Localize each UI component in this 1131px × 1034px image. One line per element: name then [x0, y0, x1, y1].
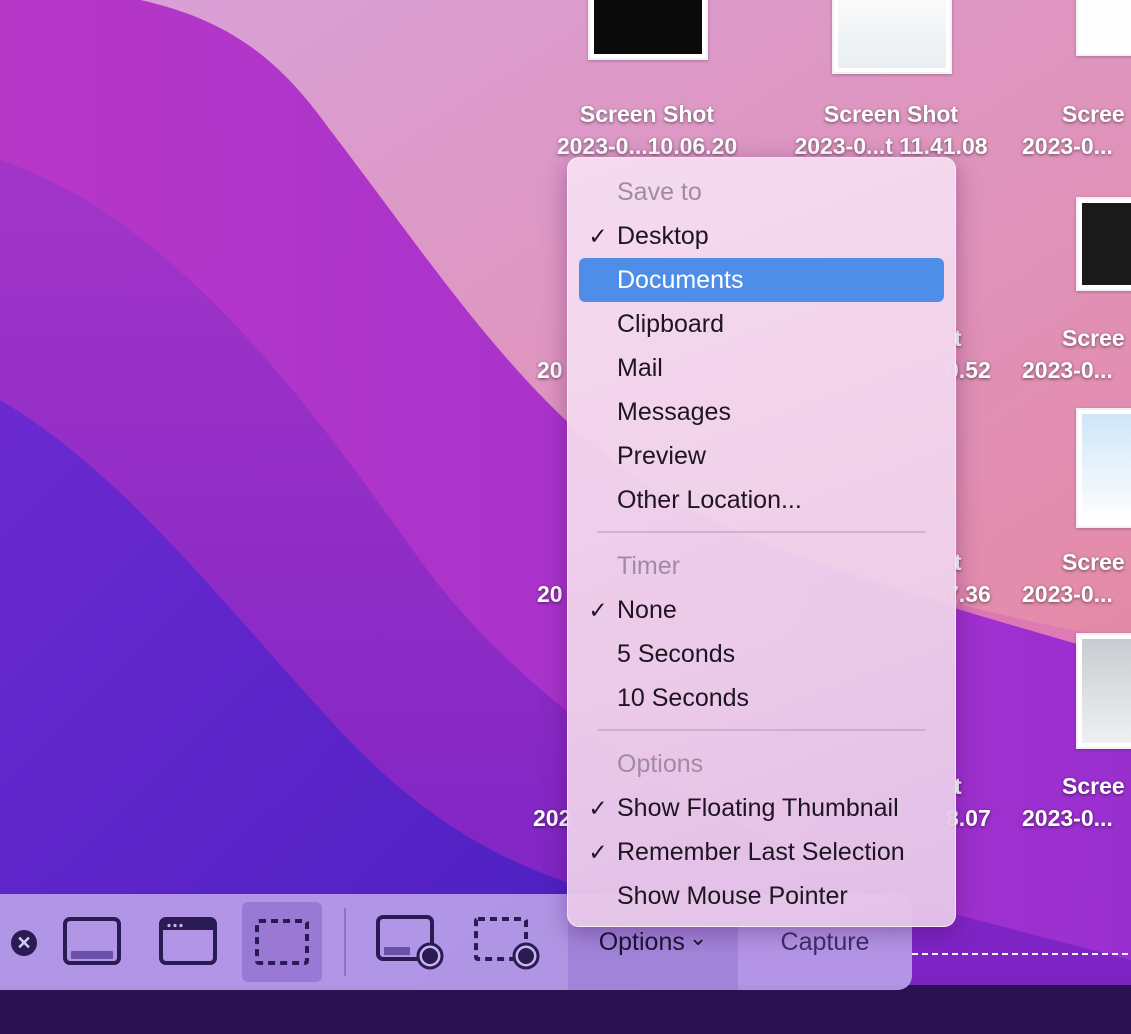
menu-item-label: Other Location... [617, 486, 802, 514]
menu-item-label: Show Floating Thumbnail [617, 794, 899, 822]
checkmark-icon: ✓ [588, 795, 608, 821]
record-entire-screen-button[interactable] [370, 902, 450, 982]
menu-separator [597, 729, 926, 731]
desktop-icon-label[interactable]: Scree 2023-0... [1022, 98, 1125, 162]
capture-selected-window-button[interactable] [148, 902, 228, 982]
close-icon[interactable]: ✕ [11, 930, 37, 956]
checkmark-icon: ✓ [588, 839, 608, 865]
capture-label: Capture [780, 927, 870, 956]
desktop-icon-label[interactable]: Screen Shot 2023-0...10.06.20 [538, 98, 756, 162]
desktop-icon-label-partial[interactable]: 20 [537, 354, 563, 386]
chevron-down-icon: ⌄ [688, 925, 708, 950]
menu-item-preview[interactable]: Preview [579, 434, 944, 478]
menu-item-label: Show Mouse Pointer [617, 882, 848, 910]
menu-header-save-to: Save to [579, 170, 944, 214]
toolbar-divider [344, 908, 346, 976]
menu-item-other-location[interactable]: Other Location... [579, 478, 944, 522]
menu-item-desktop[interactable]: ✓ Desktop [579, 214, 944, 258]
icon-label-line1: t [954, 325, 962, 351]
icon-label-line2: 2023-0... [1022, 805, 1113, 831]
menu-item-clipboard[interactable]: Clipboard [579, 302, 944, 346]
desktop-icon-label-partial[interactable]: 20 [537, 578, 563, 610]
menu-item-label: Documents [617, 266, 744, 294]
options-label: Options [598, 927, 685, 956]
desktop-icon-label-partial[interactable]: 202 [533, 802, 571, 834]
icon-label-line1: Scree [1062, 325, 1125, 351]
menu-item-label: Mail [617, 354, 663, 382]
menu-item-label: 5 Seconds [617, 640, 736, 668]
capture-entire-screen-button[interactable] [52, 902, 132, 982]
menu-header-timer: Timer [579, 544, 944, 588]
record-selected-portion-button[interactable] [466, 902, 546, 982]
icon-label-line1: t [954, 549, 962, 575]
desktop-icon-label[interactable]: Screen Shot 2023-0...t 11.41.08 [780, 98, 1002, 162]
screenshot-thumbnail-5[interactable] [1076, 408, 1131, 528]
capture-selected-portion-button[interactable] [242, 902, 322, 982]
menu-item-remember-last-selection[interactable]: ✓ Remember Last Selection [579, 830, 944, 874]
icon-label-line2: 2023-0... [1022, 133, 1113, 159]
menu-item-label: Preview [617, 442, 706, 470]
selection-icon [255, 919, 309, 965]
menu-header-label: Timer [617, 552, 680, 580]
menu-item-documents[interactable]: Documents [579, 258, 944, 302]
icon-label-line1: Screen Shot [579, 101, 715, 127]
icon-label-line1: Scree [1062, 773, 1125, 799]
menu-item-messages[interactable]: Messages [579, 390, 944, 434]
menu-item-label: Desktop [617, 222, 709, 250]
desktop-icon-label[interactable]: Scree 2023-0... [1022, 770, 1125, 834]
menu-item-label: 10 Seconds [617, 684, 750, 712]
icon-label-line2: 2023-0... [1022, 581, 1113, 607]
icon-label-line1: Scree [1062, 549, 1125, 575]
menu-item-timer-10-seconds[interactable]: 10 Seconds [579, 676, 944, 720]
icon-label-line2: 2023-0... [1022, 357, 1113, 383]
checkmark-icon: ✓ [588, 223, 608, 249]
menu-header-label: Save to [617, 178, 702, 206]
screenshot-thumbnail-3[interactable] [1076, 0, 1131, 56]
desktop-icon-label[interactable]: t 0.52 [946, 322, 991, 386]
menu-item-show-floating-thumbnail[interactable]: ✓ Show Floating Thumbnail [579, 786, 944, 830]
record-selection-icon [474, 917, 540, 970]
checkmark-icon: ✓ [588, 597, 608, 623]
screenshot-thumbnail-2[interactable] [832, 0, 952, 74]
screenshot-thumbnail-4[interactable] [1076, 197, 1131, 291]
menu-item-timer-none[interactable]: ✓ None [579, 588, 944, 632]
desktop-icon-label[interactable]: Scree 2023-0... [1022, 546, 1125, 610]
menu-header-options: Options [579, 742, 944, 786]
record-screen-icon [376, 915, 444, 970]
menu-item-show-mouse-pointer[interactable]: Show Mouse Pointer [579, 874, 944, 918]
menu-item-label: Clipboard [617, 310, 725, 338]
desktop-icon-label[interactable]: t 8.07 [946, 770, 991, 834]
menu-item-timer-5-seconds[interactable]: 5 Seconds [579, 632, 944, 676]
desktop-icon-label[interactable]: t 7.36 [946, 546, 991, 610]
menu-item-label: Remember Last Selection [617, 838, 905, 866]
icon-label-line1: t [954, 773, 962, 799]
menu-separator [597, 531, 926, 533]
screenshot-thumbnail-6[interactable] [1076, 633, 1131, 749]
icon-label-line1: Scree [1062, 101, 1125, 127]
desktop-icon-label[interactable]: Scree 2023-0... [1022, 322, 1125, 386]
window-icon [159, 917, 217, 965]
menu-item-label: Messages [617, 398, 731, 426]
menu-header-label: Options [617, 750, 704, 778]
screen-icon [63, 917, 121, 965]
menu-item-mail[interactable]: Mail [579, 346, 944, 390]
options-menu: Save to ✓ Desktop Documents Clipboard Ma… [567, 157, 956, 927]
icon-label-line1: Screen Shot [823, 101, 959, 127]
menu-item-label: None [617, 596, 677, 624]
screenshot-thumbnail-1[interactable] [588, 0, 708, 60]
